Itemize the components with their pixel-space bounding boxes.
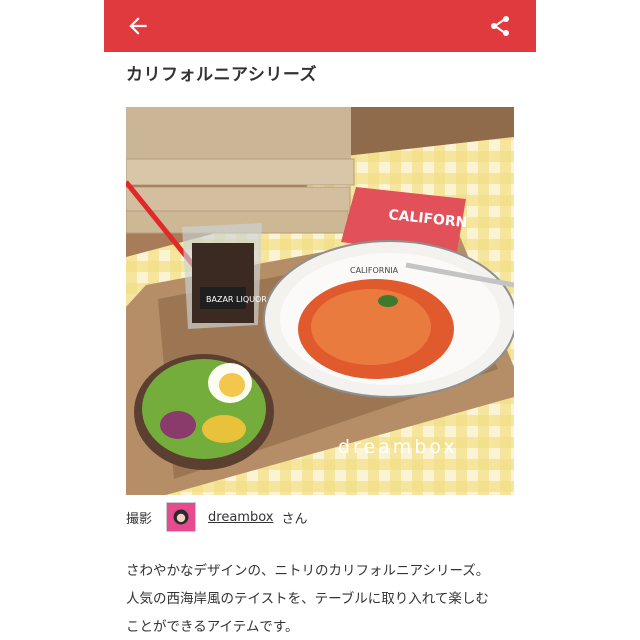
food-photo-image: CALIFORN BAZAR LIQUOR CALIFORNIA dreambo…: [126, 107, 514, 495]
back-button[interactable]: [118, 6, 158, 46]
article-body: さわやかなデザインの、ニトリのカリフォルニアシリーズ。 人気の西海岸風のテイスト…: [126, 557, 526, 640]
share-button[interactable]: [480, 6, 520, 46]
photo-watermark: dreambox: [338, 436, 458, 458]
credit-label: 撮影: [126, 511, 153, 527]
photo-credit: 撮影 dreambox さん: [126, 500, 526, 534]
arrow-left-icon: [129, 17, 147, 35]
body-line: さわやかなデザインの、ニトリのカリフォルニアシリーズ。: [126, 563, 490, 579]
svg-text:BAZAR LIQUOR: BAZAR LIQUOR: [206, 295, 267, 304]
app-bar: [104, 0, 536, 52]
article-photo: CALIFORN BAZAR LIQUOR CALIFORNIA dreambo…: [126, 107, 514, 495]
body-line: ことができるアイテムです。: [126, 619, 299, 635]
share-icon: [491, 16, 509, 36]
phone-screen: カリフォルニアシリーズ CALIFORN BAZAR LIQUOR CALIFO…: [104, 0, 536, 640]
svg-text:CALIFORNIA: CALIFORNIA: [350, 266, 399, 275]
body-line: 人気の西海岸風のテイストを、テーブルに取り入れて楽しむ: [126, 591, 489, 607]
username-link[interactable]: dreambox: [208, 510, 273, 525]
article-title: カリフォルニアシリーズ: [126, 65, 317, 85]
honorific-suffix: さん: [281, 511, 308, 527]
user-avatar[interactable]: [166, 502, 197, 532]
